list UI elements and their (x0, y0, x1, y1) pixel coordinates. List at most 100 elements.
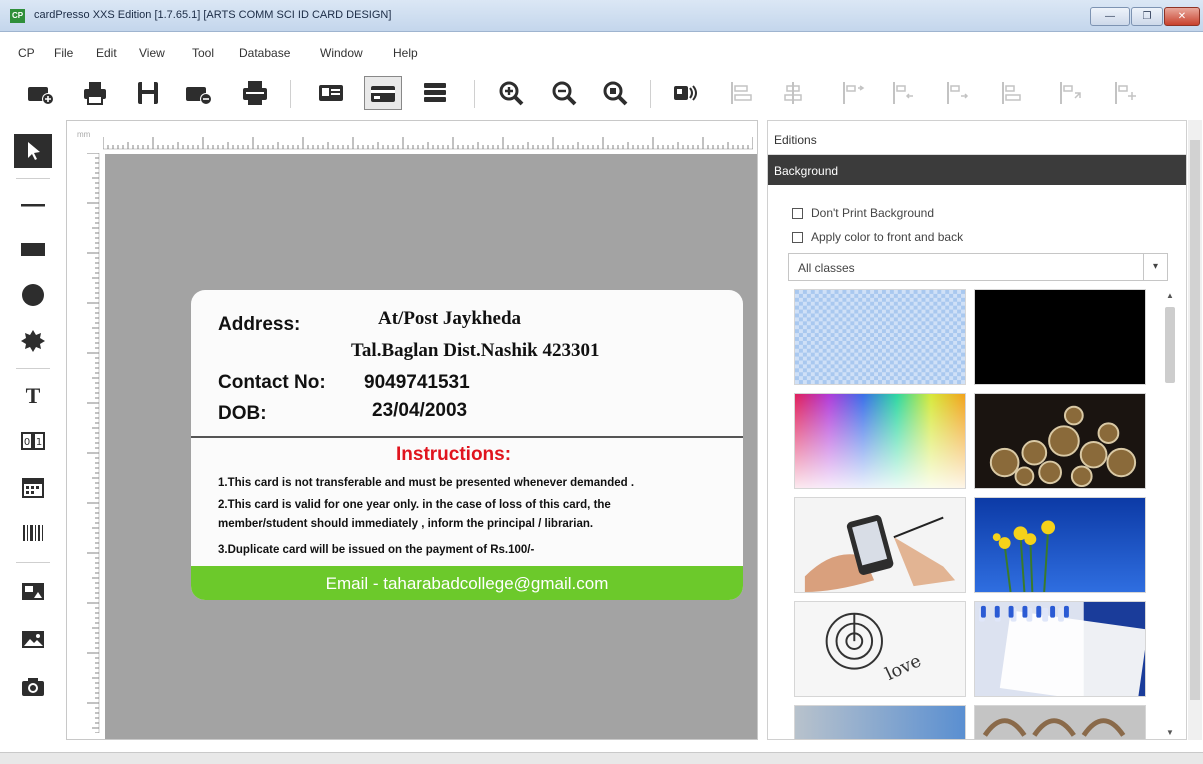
address-line1[interactable]: At/Post Jaykheda (378, 308, 521, 330)
align-middle-icon[interactable] (942, 78, 972, 108)
background-thumb-binder[interactable] (974, 705, 1146, 739)
instruction-line-2[interactable]: 2.This card is valid for one year only. … (218, 499, 611, 511)
encode-icon[interactable] (670, 78, 700, 108)
text-icon[interactable]: T (14, 378, 52, 412)
app-logo-icon: CP (10, 9, 25, 23)
align-right-icon[interactable] (838, 78, 868, 108)
design-editor: mm Address: At/Post Jaykheda Tal.Baglan … (66, 120, 758, 740)
select-icon[interactable] (14, 134, 52, 168)
background-label: Background (774, 164, 839, 178)
menu-edit[interactable]: Edit (96, 46, 117, 60)
card-front-icon[interactable] (316, 78, 346, 108)
background-thumb-clocks[interactable] (974, 393, 1146, 489)
address-label[interactable]: Address: (218, 314, 300, 336)
close-button[interactable]: ✕ (1164, 7, 1200, 26)
zoom-in-icon[interactable] (496, 78, 526, 108)
toolbar-separator (474, 80, 475, 108)
email-band[interactable]: Email - taharabadcollege@gmail.com (191, 566, 743, 600)
dob-label[interactable]: DOB: (218, 403, 267, 425)
distribute-v-icon[interactable] (1110, 78, 1140, 108)
distribute-h-icon[interactable] (1055, 78, 1085, 108)
date-icon[interactable] (14, 470, 52, 504)
dont-print-background-label: Don't Print Background (811, 206, 935, 220)
gallery-scroll-thumb[interactable] (1165, 307, 1175, 383)
background-thumb-yellow-flowers[interactable] (974, 497, 1146, 593)
card-workspace[interactable]: Address: At/Post Jaykheda Tal.Baglan Dis… (105, 154, 757, 739)
background-thumb-spectrum[interactable] (794, 393, 966, 489)
svg-text:0: 0 (24, 437, 30, 448)
properties-panel: Editions Background Don't Print Backgrou… (767, 120, 1187, 740)
align-left-icon[interactable] (727, 78, 757, 108)
panel-scrollbar[interactable] (1188, 120, 1202, 740)
toolbar-separator (290, 80, 291, 108)
id-card-back[interactable]: Address: At/Post Jaykheda Tal.Baglan Dis… (191, 290, 743, 600)
instruction-line-3[interactable]: member/student should immediately , info… (218, 518, 593, 530)
panel-scroll-thumb[interactable] (1190, 140, 1200, 700)
editions-label: Editions (774, 133, 817, 147)
background-thumb-checker[interactable] (794, 289, 966, 385)
apply-color-checkbox[interactable] (792, 231, 803, 243)
contact-value[interactable]: 9049741531 (364, 372, 470, 394)
line-icon[interactable] (14, 188, 52, 222)
minimize-button[interactable]: — (1090, 7, 1130, 26)
card-list-icon[interactable] (420, 78, 450, 108)
star-icon[interactable] (14, 324, 52, 358)
maximize-button[interactable]: ❐ (1131, 7, 1163, 26)
background-thumb-calendar[interactable] (974, 601, 1146, 697)
barcode-icon[interactable] (14, 516, 52, 550)
background-thumb-hand-phone[interactable] (794, 497, 966, 593)
email-text[interactable]: Email - taharabadcollege@gmail.com (191, 574, 743, 594)
menu-file[interactable]: File (54, 46, 73, 60)
dont-print-background-row[interactable]: Don't Print Background (792, 205, 934, 221)
menu-tool[interactable]: Tool (192, 46, 214, 60)
zoom-out-icon[interactable] (549, 78, 579, 108)
dont-print-background-checkbox[interactable] (792, 207, 803, 219)
address-line2[interactable]: Tal.Baglan Dist.Nashik 423301 (351, 340, 599, 362)
menu-help[interactable]: Help (393, 46, 418, 60)
class-select[interactable]: All classes ▾ (788, 253, 1168, 281)
background-gallery: love (788, 287, 1148, 739)
counter-icon[interactable]: 01 (14, 424, 52, 458)
tool-separator (16, 562, 50, 563)
instruction-line-1[interactable]: 1.This card is not transferable and must… (218, 477, 634, 489)
open-icon[interactable] (184, 78, 214, 108)
instruction-line-4[interactable]: 3.Duplicate card will be issued on the p… (218, 544, 534, 556)
status-bar (0, 752, 1203, 764)
card-divider-line[interactable] (191, 436, 743, 438)
rectangle-icon[interactable] (14, 232, 52, 266)
gallery-scrollbar[interactable]: ▲ ▼ (1162, 291, 1178, 737)
camera-icon[interactable] (14, 670, 52, 704)
save-icon[interactable] (133, 78, 163, 108)
menu-view[interactable]: View (139, 46, 165, 60)
apply-color-row[interactable]: Apply color to front and back (792, 229, 963, 245)
background-header[interactable]: Background (768, 155, 1186, 185)
scroll-down-icon[interactable]: ▼ (1165, 728, 1175, 737)
align-center-icon[interactable] (778, 78, 808, 108)
toolbar-separator (650, 80, 651, 108)
editions-header[interactable]: Editions (768, 121, 1186, 155)
menu-cp[interactable]: CP (18, 46, 35, 60)
background-thumb-sky[interactable] (794, 705, 966, 739)
menu-database[interactable]: Database (239, 46, 290, 60)
contact-label[interactable]: Contact No: (218, 372, 326, 394)
photo-field-icon[interactable] (14, 574, 52, 608)
background-thumb-black[interactable] (974, 289, 1146, 385)
scroll-up-icon[interactable]: ▲ (1165, 291, 1175, 300)
class-select-value: All classes (798, 261, 855, 275)
printer-icon[interactable] (240, 78, 270, 108)
window-title: cardPresso XXS Edition [1.7.65.1] [ARTS … (34, 9, 392, 21)
instructions-title[interactable]: Instructions: (396, 444, 511, 466)
new-card-icon[interactable] (26, 78, 56, 108)
align-bottom-icon[interactable] (997, 78, 1027, 108)
tool-separator (16, 368, 50, 369)
dob-value[interactable]: 23/04/2003 (372, 400, 467, 422)
chevron-down-icon[interactable]: ▾ (1143, 254, 1167, 280)
card-back-icon[interactable] (364, 76, 402, 110)
ellipse-icon[interactable] (14, 278, 52, 312)
image-icon[interactable] (14, 622, 52, 656)
zoom-fit-icon[interactable] (600, 78, 630, 108)
align-top-icon[interactable] (888, 78, 918, 108)
background-thumb-love[interactable]: love (794, 601, 966, 697)
menu-window[interactable]: Window (320, 46, 363, 60)
print-icon[interactable] (80, 78, 110, 108)
